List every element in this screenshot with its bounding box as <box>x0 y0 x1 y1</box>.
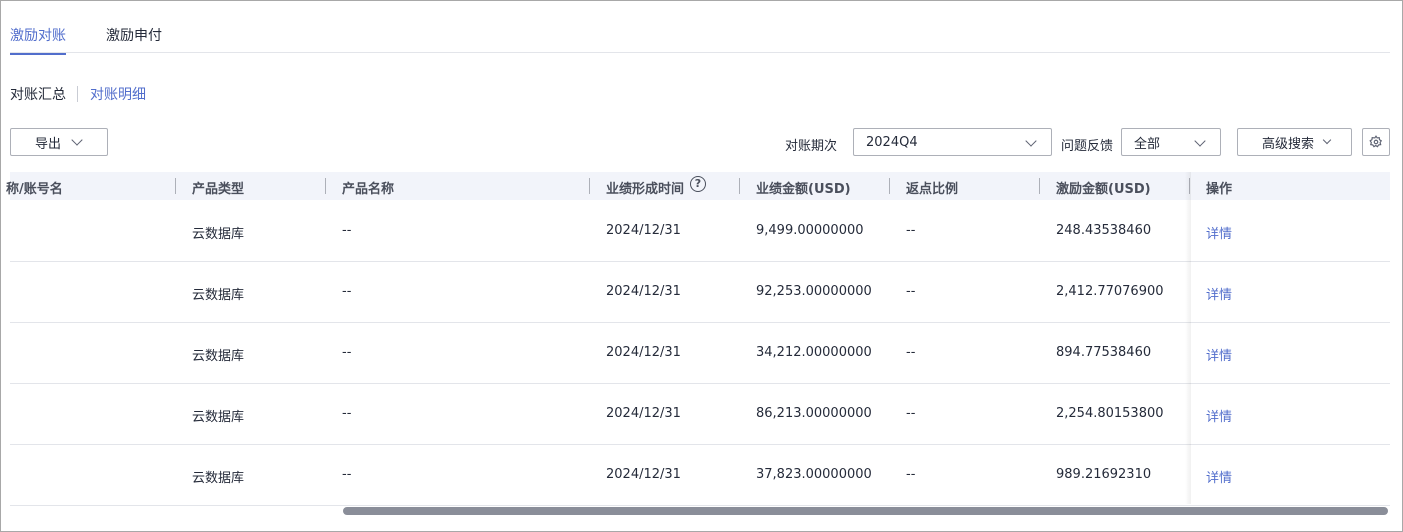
column-account: 称/账号名 <box>6 182 63 197</box>
column-divider <box>1039 178 1040 194</box>
cell-date: 2024/12/31 <box>606 284 681 299</box>
cell-product-name: -- <box>342 284 352 299</box>
period-select-value: 2024Q4 <box>866 134 918 150</box>
cell-date: 2024/12/31 <box>606 406 681 421</box>
chevron-down-icon <box>71 134 83 146</box>
column-actions: 操作 <box>1206 182 1233 197</box>
cell-amount: 86,213.00000000 <box>756 406 872 421</box>
table-row: 云数据库 -- 2024/12/31 9,499.00000000 -- 248… <box>10 200 1390 262</box>
subtab-summary[interactable]: 对账汇总 <box>10 84 66 104</box>
cell-product-type: 云数据库 <box>192 227 245 242</box>
table-row: 云数据库 -- 2024/12/31 86,213.00000000 -- 2,… <box>10 383 1390 445</box>
details-link[interactable]: 详情 <box>1206 406 1232 425</box>
advanced-search-label: 高级搜索 <box>1262 136 1315 152</box>
cell-ratio: -- <box>906 467 916 482</box>
details-link[interactable]: 详情 <box>1206 345 1232 364</box>
cell-date: 2024/12/31 <box>606 345 681 360</box>
column-divider <box>589 178 590 194</box>
tab-incentive-reconciliation[interactable]: 激励对账 <box>10 25 66 55</box>
feedback-label: 问题反馈 <box>1061 139 1114 154</box>
table-header: 称/账号名 产品类型 产品名称 业绩形成时间 ? 业绩金额(USD) 返点比例 … <box>6 172 1390 200</box>
subtab-detail[interactable]: 对账明细 <box>90 84 146 104</box>
main-tabs: 激励对账 激励申付 <box>10 1 1390 55</box>
column-incentive-amount: 激励金额(USD) <box>1056 182 1151 197</box>
settings-gear-icon[interactable] <box>1362 128 1390 156</box>
advanced-search-button[interactable]: 高级搜索 <box>1237 128 1352 156</box>
cell-ratio: -- <box>906 345 916 360</box>
feedback-select-value: 全部 <box>1134 136 1161 152</box>
cell-incentive: 894.77538460 <box>1056 345 1152 360</box>
cell-product-name: -- <box>342 467 352 482</box>
tab-incentive-application[interactable]: 激励申付 <box>106 25 162 55</box>
column-performance-amount: 业绩金额(USD) <box>756 182 851 197</box>
period-select[interactable]: 2024Q4 <box>853 128 1052 156</box>
column-divider <box>739 178 740 194</box>
column-product-type: 产品类型 <box>192 182 245 197</box>
chevron-down-icon <box>1322 135 1332 145</box>
cell-amount: 34,212.00000000 <box>756 345 872 360</box>
period-label: 对账期次 <box>785 139 838 154</box>
cell-amount: 92,253.00000000 <box>756 284 872 299</box>
chevron-down-icon <box>1194 135 1206 147</box>
cell-incentive: 2,254.80153800 <box>1056 406 1164 421</box>
export-button[interactable]: 导出 <box>10 128 108 156</box>
export-button-label: 导出 <box>35 136 62 152</box>
cell-product-type: 云数据库 <box>192 349 245 364</box>
cell-product-type: 云数据库 <box>192 471 245 486</box>
column-rebate-ratio: 返点比例 <box>906 182 959 197</box>
cell-date: 2024/12/31 <box>606 223 681 238</box>
chevron-down-icon <box>1025 135 1037 147</box>
cell-amount: 37,823.00000000 <box>756 467 872 482</box>
cell-incentive: 989.21692310 <box>1056 467 1152 482</box>
column-product-name: 产品名称 <box>342 182 395 197</box>
fixed-column-shadow <box>1185 172 1191 504</box>
cell-product-name: -- <box>342 223 352 238</box>
cell-incentive: 248.43538460 <box>1056 223 1152 238</box>
cell-date: 2024/12/31 <box>606 467 681 482</box>
cell-ratio: -- <box>906 284 916 299</box>
cell-product-name: -- <box>342 406 352 421</box>
column-divider <box>175 178 176 194</box>
column-divider <box>889 178 890 194</box>
column-divider <box>325 178 326 194</box>
cell-product-type: 云数据库 <box>192 288 245 303</box>
feedback-select[interactable]: 全部 <box>1121 128 1221 156</box>
page-frame: 激励对账 激励申付 对账汇总 对账明细 导出 对账期次 2024Q4 问题反馈 … <box>0 0 1403 532</box>
details-link[interactable]: 详情 <box>1206 467 1232 486</box>
table-row: 云数据库 -- 2024/12/31 37,823.00000000 -- 98… <box>10 444 1390 506</box>
horizontal-scrollbar[interactable] <box>343 507 1388 515</box>
cell-ratio: -- <box>906 223 916 238</box>
cell-ratio: -- <box>906 406 916 421</box>
details-link[interactable]: 详情 <box>1206 284 1232 303</box>
cell-incentive: 2,412.77076900 <box>1056 284 1164 299</box>
details-link[interactable]: 详情 <box>1206 223 1232 242</box>
cell-amount: 9,499.00000000 <box>756 223 864 238</box>
cell-product-name: -- <box>342 345 352 360</box>
table-row: 云数据库 -- 2024/12/31 92,253.00000000 -- 2,… <box>10 261 1390 323</box>
column-performance-date: 业绩形成时间 <box>606 182 685 197</box>
help-question-icon[interactable]: ? <box>690 176 706 192</box>
cell-product-type: 云数据库 <box>192 410 245 425</box>
table-row: 云数据库 -- 2024/12/31 34,212.00000000 -- 89… <box>10 322 1390 384</box>
subtab-divider <box>77 86 78 102</box>
